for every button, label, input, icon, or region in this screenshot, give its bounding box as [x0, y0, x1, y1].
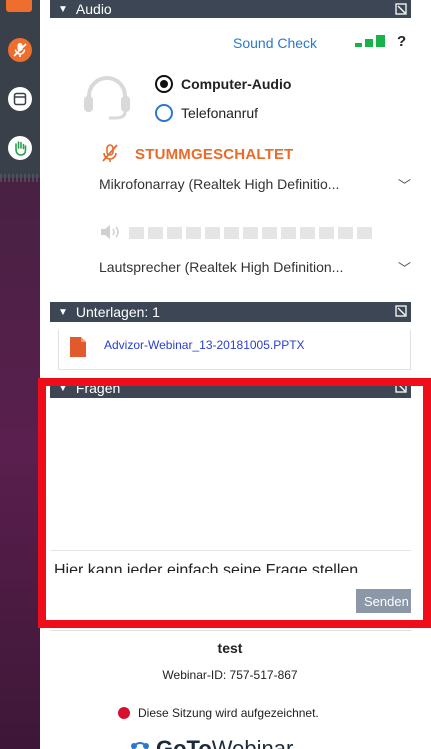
computer-audio-radio[interactable] [155, 75, 173, 93]
signal-strength-icon [355, 35, 385, 47]
send-button[interactable]: Senden [356, 589, 411, 613]
handouts-section-header[interactable]: ▼ Unterlagen: 1 [50, 302, 411, 322]
audio-section-header[interactable]: ▼ Audio [50, 0, 411, 18]
handout-file-link[interactable]: Advizor-Webinar_13-20181005.PPTX [104, 338, 305, 352]
chevron-down-icon: ﹀ [397, 261, 411, 276]
popout-icon[interactable] [395, 3, 407, 15]
questions-header-label: Fragen [75, 380, 121, 396]
left-dock [0, 0, 40, 749]
dock-collapse-button[interactable] [6, 0, 32, 12]
divider [50, 550, 411, 551]
microphone-muted-icon[interactable] [8, 38, 32, 62]
raise-hand-icon[interactable] [8, 136, 32, 160]
help-button[interactable]: ? [397, 33, 406, 50]
webinar-id: Webinar-ID: 757-517-867 [162, 668, 298, 682]
handouts-header-label: Unterlagen: 1 [75, 304, 160, 320]
microphone-select[interactable]: Mikrofonarray (Realtek High Definitio...… [99, 173, 411, 195]
collapse-triangle-icon: ▼ [58, 306, 68, 318]
computer-audio-label[interactable]: Computer-Audio [181, 76, 291, 92]
microphone-select-value: Mikrofonarray (Realtek High Definitio... [99, 176, 340, 192]
phone-call-radio[interactable] [155, 104, 173, 122]
brand-bold: GoTo [156, 736, 212, 749]
gotowebinar-logo: GoToWebinar [128, 736, 293, 749]
collapse-triangle-icon: ▼ [58, 3, 68, 15]
questions-section-header[interactable]: ▼ Fragen [50, 378, 411, 398]
speaker-icon [101, 225, 119, 239]
chevron-down-icon: ﹀ [397, 178, 411, 193]
headset-icon [84, 76, 130, 120]
questions-log [50, 400, 411, 550]
recording-dot-icon [118, 707, 130, 719]
divider [50, 630, 411, 631]
audio-header-label: Audio [75, 1, 112, 17]
recording-text: Diese Sitzung wird aufgezeichnet. [138, 706, 319, 720]
session-name: test [217, 640, 243, 656]
screen-icon[interactable] [8, 87, 32, 111]
panel-edge [411, 0, 431, 749]
speaker-level-meter [129, 227, 389, 239]
recording-notice: Diese Sitzung wird aufgezeichnet. [118, 706, 319, 720]
speaker-select[interactable]: Lautsprecher (Realtek High Definition...… [99, 256, 411, 278]
gotowebinar-logo-icon [131, 742, 149, 749]
collapse-triangle-icon: ▼ [58, 382, 68, 394]
speaker-select-value: Lautsprecher (Realtek High Definition... [99, 259, 344, 275]
microphone-muted-icon[interactable] [100, 143, 120, 163]
phone-call-label[interactable]: Telefonanruf [181, 105, 258, 121]
popout-icon[interactable] [395, 305, 407, 317]
sound-check-link[interactable]: Sound Check [233, 35, 317, 51]
mute-status-label[interactable]: STUMMGESCHALTET [135, 146, 294, 163]
dock-separator [0, 174, 40, 182]
popout-icon[interactable] [395, 381, 407, 393]
pptx-file-icon [70, 337, 86, 357]
brand-light: Webinar [211, 736, 294, 749]
